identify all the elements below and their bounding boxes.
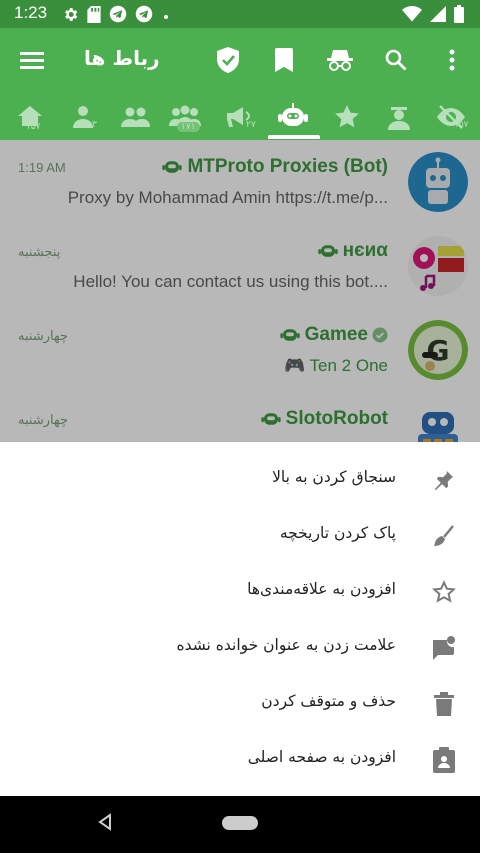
menu-item-mark-unread[interactable]: علامت زدن به عنوان خوانده نشده [0, 620, 480, 676]
tab-unread[interactable]: ۱۵۷ [426, 98, 476, 136]
menu-item-label: افزودن به صفحه اصلی [247, 748, 396, 766]
incognito-icon[interactable] [322, 42, 358, 78]
tab-all[interactable]: ۱۵۷ [6, 98, 56, 136]
verified-icon [372, 327, 388, 343]
chat-name-text: SlotoRobot [285, 408, 388, 429]
chat-name: нєиα [317, 240, 388, 262]
status-bar: 1:23 [0, 0, 480, 28]
menu-item-clear-history[interactable]: پاک کردن تاریخچه [0, 508, 480, 564]
menu-item-add-favorites[interactable]: افزودن به علاقه‌مندی‌ها [0, 564, 480, 620]
admin-icon [388, 107, 410, 130]
telegram-icon [135, 5, 153, 27]
pin-icon [430, 466, 458, 494]
chat-time: 1:19 AM [18, 160, 66, 175]
menu-item-delete-stop[interactable]: حذف و متوقف کردن [0, 676, 480, 732]
chat-name-text: нєиα [342, 240, 388, 261]
back-icon[interactable] [96, 813, 114, 835]
chat-options-sheet: سنجاق کردن به بالا پاک کردن تاریخچه افزو… [0, 442, 480, 796]
sd-card-icon [87, 5, 101, 27]
tab-count: ۱۵۷ [454, 120, 469, 130]
tab-bots[interactable] [268, 98, 318, 136]
bot-icon [278, 103, 308, 126]
tab-users[interactable]: ۳ [58, 98, 108, 136]
wifi-icon [402, 6, 422, 26]
chat-item[interactable]: چهارشنبه Gamee 🎮 Ten 2 One G [0, 308, 480, 392]
chat-item[interactable]: چهارشنبه SlotoRobot [0, 392, 480, 442]
broom-icon [430, 522, 458, 550]
signal-icon [430, 6, 446, 26]
menu-item-label: سنجاق کردن به بالا [272, 468, 396, 486]
menu-item-label: علامت زدن به عنوان خوانده نشده [176, 636, 396, 654]
bot-badge-icon [260, 413, 281, 425]
menu-item-add-home-screen[interactable]: افزودن به صفحه اصلی [0, 732, 480, 788]
chat-time: پنجشنبه [18, 244, 61, 259]
chat-item[interactable]: 1:19 AM MTProto Proxies (Bot) Proxy by M… [0, 140, 480, 224]
tab-admin[interactable] [374, 98, 424, 136]
chat-filter-tabs: ۱۵۷ ۳ ۱۷۱ ۲۷ ۱۵۷ [0, 94, 480, 140]
chat-last-message: 🎮 Ten 2 One [283, 356, 388, 375]
telegram-icon [109, 5, 127, 27]
star-icon [335, 105, 359, 128]
bot-badge-icon [318, 245, 338, 257]
music-avatar[interactable] [408, 236, 468, 296]
shield-check-icon[interactable] [210, 42, 246, 78]
status-time: 1:23 [14, 3, 48, 22]
robot-avatar[interactable] [408, 152, 468, 212]
battery-icon [454, 5, 464, 27]
group-icon [121, 107, 150, 127]
tab-groups[interactable] [110, 98, 160, 136]
tab-count: ۲۷ [246, 120, 256, 130]
tab-count: ۱۷۱ [177, 122, 200, 132]
tab-count: ۳ [92, 120, 97, 130]
chat-name-text: Gamee [304, 324, 368, 345]
bot-badge-icon [162, 161, 183, 173]
tab-supergroups[interactable]: ۱۷۱ [160, 98, 210, 136]
menu-item-pin[interactable]: سنجاق کردن به بالا [0, 452, 480, 508]
chat-item[interactable]: پنجشنبه нєиα Hello! You can contact us u… [0, 224, 480, 308]
search-icon[interactable] [378, 42, 414, 78]
delete-icon [430, 690, 458, 718]
chat-list: 1:19 AM MTProto Proxies (Bot) Proxy by M… [0, 140, 480, 442]
chat-last-message: Proxy by Mohammad Amin https://t.me/p... [67, 188, 388, 207]
star-outline-icon [430, 578, 458, 606]
home-pill-icon[interactable] [222, 816, 258, 830]
more-vert-icon[interactable] [434, 42, 470, 78]
chat-time: چهارشنبه [18, 412, 68, 427]
chat-last-message: Hello! You can contact us using this bot… [73, 272, 388, 291]
chat-name-text: MTProto Proxies (Bot) [187, 156, 388, 177]
system-nav-bar [0, 796, 480, 853]
dot-icon [161, 7, 171, 26]
gear-icon [62, 6, 79, 27]
gamee-avatar[interactable]: G [408, 320, 468, 380]
chat-name: MTProto Proxies (Bot) [161, 156, 388, 178]
chat-name: Gamee [279, 324, 388, 346]
app-toolbar: رباط ها [0, 28, 480, 94]
mark-unread-icon [430, 634, 458, 662]
tab-count: ۱۵۷ [26, 122, 41, 132]
tab-favorites[interactable] [322, 98, 372, 136]
active-tab-indicator [268, 135, 320, 139]
menu-item-label: پاک کردن تاریخچه [279, 524, 396, 542]
tab-channels[interactable]: ۲۷ [214, 98, 264, 136]
bookmark-icon[interactable] [266, 42, 302, 78]
menu-icon[interactable] [14, 42, 50, 78]
bot-badge-icon [279, 329, 300, 341]
slot-robot-avatar[interactable] [408, 404, 468, 442]
menu-item-label: حذف و متوقف کردن [261, 692, 396, 710]
chat-time: چهارشنبه [18, 328, 68, 343]
home-shortcut-icon [430, 746, 458, 774]
menu-item-label: افزودن به علاقه‌مندی‌ها [247, 580, 396, 598]
page-title: رباط ها [84, 46, 160, 70]
chat-name: SlotoRobot [260, 408, 388, 430]
